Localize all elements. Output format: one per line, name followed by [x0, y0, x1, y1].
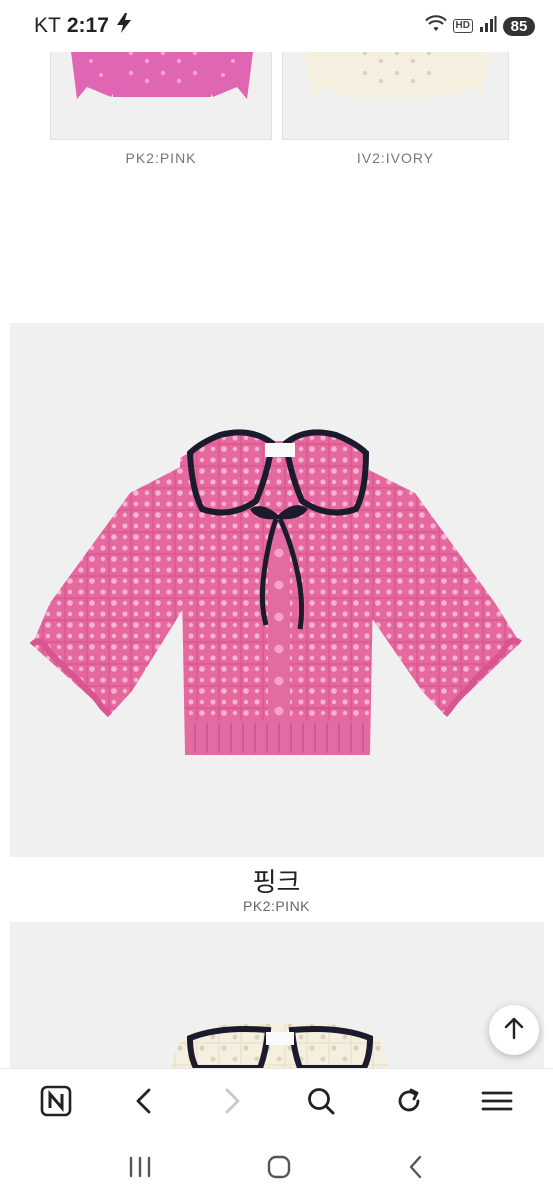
naver-home-button[interactable] [33, 1081, 79, 1127]
wifi-icon [424, 14, 447, 38]
product-image-pink [10, 323, 544, 857]
android-navigation-bar [0, 1138, 553, 1200]
color-code-label: PK2:PINK [242, 898, 311, 914]
chevron-left-icon [134, 1087, 154, 1120]
back-button[interactable] [121, 1081, 167, 1127]
recent-apps-button[interactable] [127, 1155, 153, 1184]
home-button[interactable] [266, 1154, 292, 1185]
arrow-up-icon [503, 1016, 525, 1045]
page: KT 2:17 HD 85 PK2:PINK IV2:IVORY 핑크 PK2:… [0, 0, 553, 1200]
status-bar: KT 2:17 HD 85 [0, 0, 553, 52]
hamburger-menu-icon [481, 1090, 513, 1117]
menu-button[interactable] [474, 1081, 520, 1127]
recent-apps-icon [127, 1156, 153, 1183]
naver-logo-icon [40, 1085, 72, 1122]
home-circle-icon [266, 1155, 292, 1184]
system-back-button[interactable] [406, 1154, 426, 1185]
product-image-ivory [10, 922, 544, 1068]
swatch-thumbnail-ivory[interactable] [282, 40, 509, 140]
reload-button[interactable] [386, 1081, 432, 1127]
back-arrow-icon [406, 1155, 426, 1184]
swatch-label-ivory: IV2:IVORY [356, 150, 435, 166]
swatch-thumbnail-pink[interactable] [50, 40, 272, 140]
hd-badge: HD [452, 19, 473, 33]
color-name-korean: 핑크 [252, 867, 301, 897]
carrier-label: KT [34, 14, 61, 37]
signal-icon [479, 15, 497, 37]
refresh-icon [394, 1086, 424, 1121]
search-icon [306, 1086, 336, 1121]
browser-toolbar [0, 1068, 553, 1138]
status-left: KT 2:17 [34, 12, 133, 40]
forward-button[interactable] [209, 1081, 255, 1127]
clock: 2:17 [66, 14, 109, 37]
scroll-to-top-button[interactable] [489, 1005, 539, 1055]
swatch-label-pink: PK2:PINK [125, 150, 197, 166]
search-button[interactable] [298, 1081, 344, 1127]
chevron-right-icon [222, 1087, 242, 1120]
battery-indicator: 85 [503, 16, 535, 36]
charging-icon [115, 12, 133, 40]
status-right: HD 85 [424, 14, 535, 38]
